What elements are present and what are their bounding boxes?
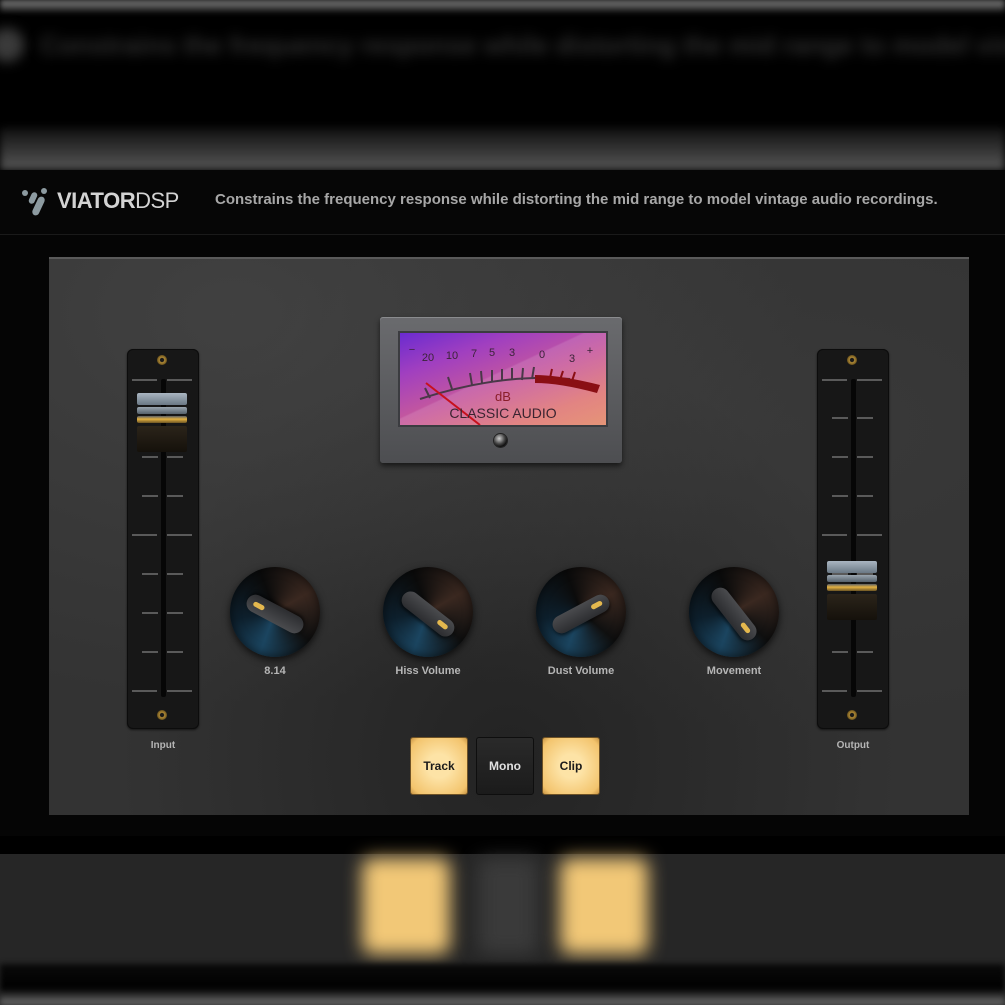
vu-brand-label: CLASSIC AUDIO: [449, 405, 557, 421]
vu-scale-tick: [447, 376, 453, 390]
background-blurred-top: Constrains the frequency response while …: [0, 0, 1005, 170]
fader-tick: [167, 573, 183, 575]
fader-tick: [832, 651, 848, 653]
knob-8-14-label: 8.14: [264, 665, 286, 677]
vu-scale-label: −: [409, 344, 415, 356]
logo-bold: VIATOR: [57, 188, 136, 213]
fader-tick: [167, 456, 183, 458]
fader-tick: [832, 495, 848, 497]
fader-tick: [167, 379, 192, 381]
screw-icon: [157, 710, 167, 720]
fader-tick: [857, 651, 873, 653]
vu-led-indicator: [494, 434, 507, 447]
vu-scale-label: 7: [471, 348, 477, 360]
knob-dust-volume[interactable]: Dust Volume: [520, 567, 640, 677]
fader-tick: [167, 690, 192, 692]
background-logo-blur: [0, 28, 24, 62]
vu-scale-label: 10: [446, 350, 458, 362]
output-label: Output: [836, 740, 870, 751]
fader-tick: [142, 651, 158, 653]
plugin-header: VIATORDSP Constrains the frequency respo…: [0, 170, 1005, 235]
fader-tick: [822, 379, 847, 381]
background-blurred-bottom: [0, 836, 1005, 1005]
vu-meter: −20 10 7 5 3 0 3 + dB CLASSIC AUDIO: [380, 317, 622, 463]
fader-track: [851, 379, 856, 697]
knob-indicator-led: [739, 621, 752, 635]
logo-light: DSP: [135, 188, 179, 213]
knob-indicator-led: [252, 600, 266, 612]
vu-scale-label: 0: [539, 349, 545, 361]
fader-tick: [142, 573, 158, 575]
input-fader[interactable]: [127, 349, 199, 729]
vu-unit-label: dB: [495, 389, 511, 404]
fader-tick: [132, 690, 157, 692]
dust-volume-label: Dust Volume: [547, 665, 615, 677]
vu-scale-label: +: [587, 345, 593, 357]
fader-tick: [822, 690, 847, 692]
background-panel-edge: [0, 128, 1005, 170]
knob-pointer: [398, 587, 458, 641]
vu-meter-face: −20 10 7 5 3 0 3 + dB CLASSIC AUDIO: [398, 331, 608, 427]
vu-scale-tick: [480, 370, 483, 384]
fader-tick: [857, 690, 882, 692]
plugin-panel: −20 10 7 5 3 0 3 + dB CLASSIC AUDIO Input: [49, 257, 969, 815]
output-fader-handle[interactable]: [827, 561, 877, 623]
viatordsp-logo: VIATORDSP: [20, 184, 179, 218]
screw-icon: [847, 355, 857, 365]
input-fader-handle[interactable]: [137, 393, 187, 455]
fader-tick: [142, 612, 158, 614]
background-tagline-blur: Constrains the frequency response while …: [40, 30, 1005, 60]
track-button[interactable]: Track: [410, 737, 468, 795]
knob-8-14-dial[interactable]: [230, 567, 320, 657]
knob-indicator-led: [436, 619, 449, 631]
dust-volume-dial[interactable]: [536, 567, 626, 657]
fader-tick: [857, 379, 882, 381]
screw-icon: [847, 710, 857, 720]
vu-scale-tick: [469, 372, 473, 386]
vu-scale-label: 5: [489, 347, 495, 359]
background-track-button-blur: [362, 858, 450, 954]
movement-label: Movement: [706, 665, 762, 677]
fader-tick: [167, 651, 183, 653]
mono-button[interactable]: Mono: [476, 737, 534, 795]
plugin-window: VIATORDSP Constrains the frequency respo…: [0, 170, 1005, 836]
fader-tick: [857, 456, 873, 458]
input-label: Input: [150, 740, 176, 751]
fader-tick: [132, 534, 157, 536]
fader-tick: [857, 495, 873, 497]
clip-button[interactable]: Clip: [542, 737, 600, 795]
plugin-description: Constrains the frequency response while …: [215, 191, 938, 208]
fader-tick: [832, 417, 848, 419]
fader-tick: [832, 456, 848, 458]
knob-pointer: [243, 591, 307, 637]
fader-tick: [857, 417, 873, 419]
knob-8-14[interactable]: 8.14: [214, 567, 334, 677]
fader-tick: [142, 495, 158, 497]
hiss-volume-dial[interactable]: [383, 567, 473, 657]
vu-scale-label: 3: [569, 353, 575, 365]
fader-tick: [167, 534, 192, 536]
vu-scale-label: 3: [509, 347, 515, 359]
viator-logo-icon: [20, 184, 54, 218]
screw-icon: [157, 355, 167, 365]
background-clip-button-blur: [560, 858, 648, 954]
fader-tick: [132, 379, 157, 381]
fader-tick: [857, 534, 882, 536]
vu-scale-label: 20: [422, 352, 434, 364]
knob-hiss-volume[interactable]: Hiss Volume: [367, 567, 487, 677]
hiss-volume-label: Hiss Volume: [395, 665, 461, 677]
knob-movement[interactable]: Movement: [673, 567, 793, 677]
knob-pointer: [549, 591, 613, 637]
fader-tick: [822, 534, 847, 536]
fader-tick: [142, 456, 158, 458]
background-mono-button-blur: [478, 858, 538, 954]
background-strip: [0, 0, 1005, 12]
fader-tick: [167, 612, 183, 614]
logo-wordmark: VIATORDSP: [57, 188, 179, 214]
fader-tick: [167, 495, 183, 497]
knob-indicator-led: [590, 600, 604, 611]
movement-dial[interactable]: [689, 567, 779, 657]
output-fader[interactable]: [817, 349, 889, 729]
knob-pointer: [707, 584, 761, 644]
